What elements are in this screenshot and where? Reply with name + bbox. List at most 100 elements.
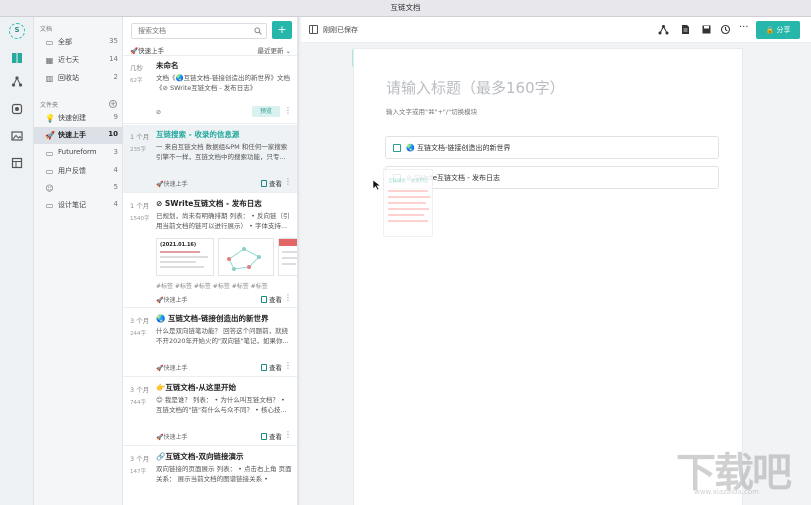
current-folder-name: 🚀快速上手 — [130, 47, 165, 55]
doc-icon — [261, 433, 267, 440]
folder-sidebar: 文档 ▭ 全部 35 ▦ 近七天 14 ▥ 回收站 2 文件夹 + 💡 快速创建… — [34, 17, 123, 505]
doc-card-thumbnails: (2021.01.16) — [156, 238, 297, 276]
share-button[interactable]: 🔒 分享 — [756, 21, 800, 39]
doc-icon — [261, 364, 267, 371]
folder-icon: ▭ — [45, 167, 54, 176]
save-icon[interactable] — [701, 24, 712, 35]
doc-card[interactable]: 1 个月 235字 互链搜索 - 收录的信息源 一 来自互链文档 数据组&PM … — [123, 125, 297, 193]
template-icon[interactable] — [11, 157, 23, 169]
folder-icon: ▭ — [45, 149, 54, 158]
view-button[interactable]: 查看 — [261, 431, 282, 441]
doc-card-tag: ⊘ — [156, 109, 162, 116]
doc-card-tag: 🚀快速上手 — [156, 297, 188, 304]
editor-canvas: 请输入标题（最多160字） 输入文字或用"⌘"+"/"切换模块 🌏 互链文档-链… — [301, 43, 811, 505]
add-folder-button[interactable]: + — [109, 100, 117, 108]
doc-card-title: 未命名 — [156, 61, 179, 70]
sidebar-item-all[interactable]: ▭ 全部 35 — [34, 34, 123, 51]
doc-card-snippet: 一 来自互链文档 数据组&PM 和任何一家搜索引擎不一样，互链文档中的搜索功能，… — [156, 143, 288, 161]
sort-dropdown[interactable]: 最近更新 ⌄ — [257, 45, 291, 55]
view-button[interactable]: 查看 — [261, 178, 282, 188]
sidebar-item-design-notes[interactable]: ▭ 设计笔记 4 — [34, 197, 123, 214]
image-icon[interactable] — [11, 130, 23, 142]
rocket-icon: 🚀 — [45, 131, 55, 140]
view-button[interactable]: 查看 — [261, 362, 282, 372]
search-icon[interactable] — [254, 27, 262, 35]
sidebar-item-user-feedback[interactable]: ▭ 用户反馈 4 — [34, 163, 123, 180]
doc-card[interactable]: 3 个月 744字 👉互链文档-从这里开始 😊 我是谁？ 列表： • 为什么叫互… — [123, 378, 297, 446]
doc-card[interactable]: 1 个月 1540字 ⊘ SWrite互链文档 - 发布日志 已规划，尚未有明确… — [123, 194, 297, 308]
calendar-icon: ▦ — [45, 56, 54, 65]
graph-icon[interactable] — [658, 24, 669, 35]
search-box — [131, 23, 267, 39]
doc-card[interactable]: 3 个月 147字 🔗互链文档-双向链接演示 双向链接的页面展示 列表： • 点… — [123, 447, 297, 505]
app-logo[interactable]: S — [9, 23, 25, 39]
book-icon[interactable] — [11, 52, 23, 64]
thumbnail — [278, 238, 297, 276]
document-title-input[interactable]: 请输入标题（最多160字） — [386, 77, 565, 98]
watermark-logo: 下载吧 www.xiazaiba.com — [676, 449, 792, 496]
sidebar-item-trash[interactable]: ▥ 回收站 2 — [34, 70, 123, 87]
chevron-down-icon: ⌄ — [285, 47, 291, 55]
graph-icon[interactable] — [11, 75, 23, 87]
history-icon[interactable] — [720, 24, 731, 35]
more-icon[interactable]: ⋮ — [284, 293, 292, 302]
doc-card-title: 🔗互链文档-双向链接演示 — [156, 452, 244, 461]
smile-icon: ☺ — [45, 184, 54, 193]
folder-icon: ▭ — [45, 201, 54, 210]
window-title: 互链文档 — [390, 3, 421, 12]
doc-card-title: 👉互链文档-从这里开始 — [156, 383, 236, 392]
graph-thumbnail — [227, 247, 261, 271]
drag-ghost: 互链搜索 - 收录的信 — [383, 169, 433, 237]
sidebar-item-quick-create[interactable]: 💡 快速创建 9 — [34, 110, 123, 127]
view-button[interactable]: 查看 — [261, 294, 282, 304]
search-input[interactable] — [138, 24, 256, 38]
more-horizontal-icon[interactable]: ··· — [739, 22, 749, 33]
doc-card-tag: 🚀快速上手 — [156, 181, 188, 188]
doc-card[interactable]: 几秒 62字 未命名 文档《🌏互链文档-链接创造出的新世界》文档《⊘ SWrit… — [123, 56, 297, 124]
document-icon[interactable] — [680, 24, 691, 35]
sidebar-item-futureform[interactable]: ▭ Futureform 3 — [34, 145, 123, 162]
doc-card-title: ⊘ SWrite互链文档 - 发布日志 — [156, 199, 262, 208]
save-status: 刚刚已保存 — [323, 26, 358, 34]
folders-section-label: 文件夹 — [40, 102, 59, 109]
editor-toolbar: 刚刚已保存 ··· 🔒 分享 — [301, 17, 811, 43]
more-icon[interactable]: ⋮ — [284, 177, 292, 186]
doc-card-snippet: 😊 我是谁？ 列表： • 为什么叫互链文档？ • 互链文档的"链"有什么与众不同… — [156, 396, 287, 414]
new-document-button[interactable]: + — [272, 21, 292, 39]
sidebar-item-quick-start[interactable]: 🚀 快速上手 10 — [34, 127, 123, 144]
more-icon[interactable]: ⋮ — [284, 361, 292, 370]
preview-button[interactable]: 预览 — [252, 106, 280, 117]
thumbnail — [218, 238, 274, 276]
linked-doc-card[interactable]: ⊘ SWrite互链文档 - 发布日志 — [385, 166, 719, 189]
editor-hint: 输入文字或用"⌘"+"/"切换模块 — [386, 108, 478, 116]
doc-card-snippet: 已规划，尚未有明确排期 列表： • 反向链（引用当前文档的链可以进行展示） • … — [156, 212, 290, 230]
sidebar-item-last-7-days[interactable]: ▦ 近七天 14 — [34, 52, 123, 69]
more-icon[interactable]: ⋮ — [284, 106, 292, 115]
thumbnail: (2021.01.16) — [156, 238, 214, 276]
docs-section-label: 文档 — [40, 26, 53, 33]
folder-icon: ▭ — [45, 38, 54, 47]
doc-card-snippet: 双向链接的页面展示 列表： • 点击右上角 页面关系： 展示当前文档的图谱链接关… — [156, 465, 292, 483]
doc-icon — [261, 180, 267, 187]
link-doc-icon — [393, 144, 401, 152]
doc-card-title: 🌏 互链文档-链接创造出的新世界 — [156, 314, 269, 323]
sidebar-toggle-icon[interactable] — [309, 25, 318, 34]
more-icon[interactable]: ⋮ — [284, 430, 292, 439]
doc-card-tag: 🚀快速上手 — [156, 434, 188, 441]
linked-doc-card[interactable]: 🌏 互链文档-链接创造出的新世界 — [385, 136, 719, 159]
editor-page[interactable]: 请输入标题（最多160字） 输入文字或用"⌘"+"/"切换模块 🌏 互链文档-链… — [353, 48, 743, 505]
doc-card-title: 互链搜索 - 收录的信息源 — [156, 130, 240, 139]
cursor-icon — [372, 179, 382, 191]
doc-card[interactable]: 3 个月 244字 🌏 互链文档-链接创造出的新世界 什么是双向链笔功能？ 回答… — [123, 309, 297, 377]
doc-card-tag: 🚀快速上手 — [156, 365, 188, 372]
trash-icon: ▥ — [45, 74, 54, 83]
doc-card-hashtags: #标签 #标签 #标签 #标签 #标签 #标签 — [156, 283, 268, 290]
plugin-icon[interactable] — [11, 103, 23, 115]
bulb-icon: 💡 — [45, 114, 55, 123]
sidebar-item-emoji-folder[interactable]: ☺ 5 — [34, 180, 123, 197]
window-titlebar: 互链文档 — [0, 0, 811, 17]
icon-rail: S — [0, 17, 34, 505]
document-list: + 🚀快速上手 最近更新 ⌄ 几秒 62字 未命名 文档《🌏互链文档-链接创造出… — [123, 17, 298, 505]
doc-card-snippet: 文档《🌏互链文档-链接创造出的新世界》文档《⊘ SWrite互链文档 - 发布日… — [156, 74, 290, 92]
lock-icon: 🔒 — [765, 26, 775, 34]
